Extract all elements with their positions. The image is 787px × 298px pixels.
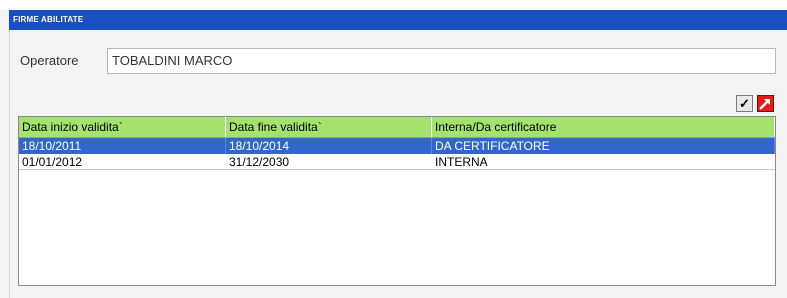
- exit-button[interactable]: [757, 95, 774, 112]
- cell-type: DA CERTIFICATORE: [432, 138, 775, 154]
- cell-end-date: 31/12/2030: [229, 155, 290, 169]
- cell-start-date: 01/01/2012: [22, 155, 83, 169]
- window-title: FIRME ABILITATE: [9, 10, 787, 30]
- table-row[interactable]: 01/01/2012 31/12/2030 INTERNA: [19, 154, 775, 170]
- table-row[interactable]: 18/10/2011 18/10/2014 DA CERTIFICATORE: [19, 138, 775, 154]
- column-header-end-date[interactable]: Data fine validita`: [226, 117, 432, 137]
- confirm-button[interactable]: ✓: [736, 95, 753, 112]
- cell-type: INTERNA: [435, 155, 488, 169]
- cell-end-date: 18/10/2014: [226, 138, 432, 154]
- cell-start-date: 18/10/2011: [19, 138, 226, 154]
- top-strip: [0, 0, 787, 10]
- column-header-start-date[interactable]: Data inizio validita`: [19, 117, 226, 137]
- column-header-type[interactable]: Interna/Da certificatore: [432, 117, 775, 137]
- checkmark-icon: ✓: [739, 96, 750, 111]
- operator-field[interactable]: TOBALDINI MARCO: [107, 48, 776, 74]
- exit-arrow-icon: [759, 99, 770, 110]
- signatures-table: Data inizio validita` Data fine validita…: [18, 116, 776, 286]
- operator-label: Operatore: [20, 53, 79, 68]
- table-header: Data inizio validita` Data fine validita…: [19, 117, 775, 138]
